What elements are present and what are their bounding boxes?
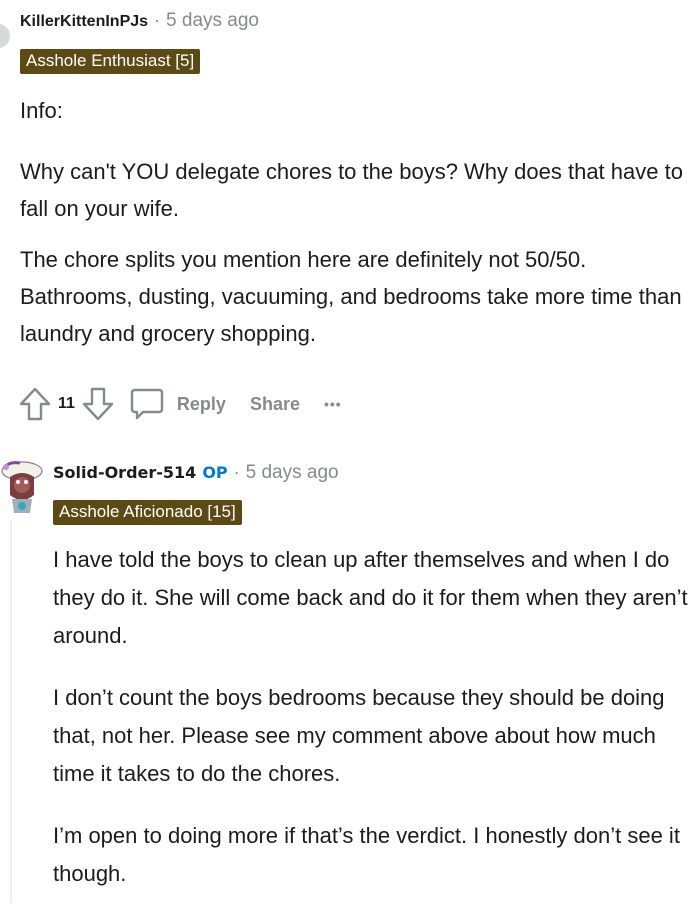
comment-body: Info: Why can't YOU delegate chores to t… <box>20 92 690 366</box>
arrow-up-icon[interactable] <box>18 386 52 422</box>
speech-bubble-icon[interactable] <box>129 387 165 421</box>
more-options-button[interactable]: ••• <box>324 396 342 412</box>
comment-body: I have told the boys to clean up after t… <box>53 541 693 917</box>
comment-paragraph: I have told the boys to clean up after t… <box>53 547 688 648</box>
comment-paragraph: I’m open to doing more if that’s the ver… <box>53 823 680 886</box>
avatar[interactable] <box>0 455 44 517</box>
username[interactable]: KillerKittenInPJs <box>20 13 148 31</box>
arrow-down-icon[interactable] <box>81 386 115 422</box>
avatar[interactable] <box>0 24 10 48</box>
user-flair: Asshole Aficionado [15] <box>53 500 242 525</box>
user-flair: Asshole Enthusiast [5] <box>20 49 201 74</box>
vote-count: 11 <box>58 395 75 412</box>
comment-header: KillerKittenInPJs · 5 days ago <box>20 10 259 32</box>
comment-header: Solid-Order-514 OP · 5 days ago <box>53 462 339 484</box>
separator: · <box>233 462 240 482</box>
comment-paragraph: I don’t count the boys bedrooms because … <box>53 685 665 786</box>
comment-paragraph: Why can't YOU delegate chores to the boy… <box>20 159 683 221</box>
thread-line[interactable] <box>10 520 12 903</box>
comment-paragraph: Info: <box>20 98 63 123</box>
comment-actions: 11 Reply Share ••• <box>18 384 342 424</box>
share-button[interactable]: Share <box>250 394 300 415</box>
timestamp[interactable]: 5 days ago <box>246 462 339 484</box>
separator: · <box>154 10 161 30</box>
username[interactable]: Solid-Order-514 <box>53 463 196 482</box>
op-badge: OP <box>202 463 228 482</box>
reply-button[interactable]: Reply <box>177 394 226 415</box>
timestamp[interactable]: 5 days ago <box>166 10 259 32</box>
comment-paragraph: The chore splits you mention here are de… <box>20 247 682 346</box>
